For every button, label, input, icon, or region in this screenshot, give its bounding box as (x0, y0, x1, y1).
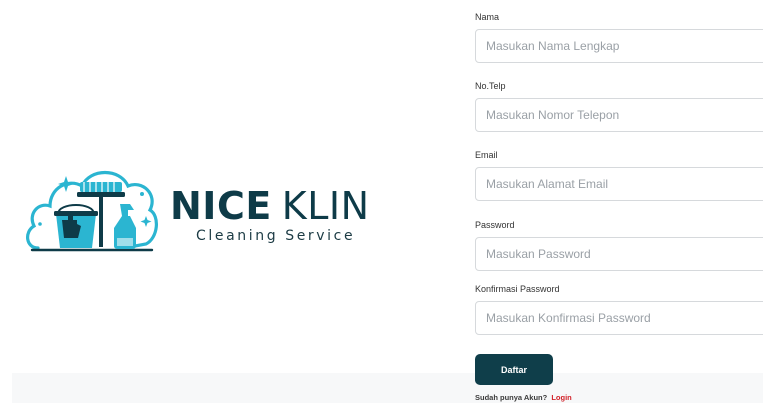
confirm-password-label: Konfirmasi Password (475, 284, 560, 294)
email-label: Email (475, 150, 498, 160)
login-prompt-row: Sudah punya Akun? Login (475, 393, 572, 402)
password-label: Password (475, 220, 515, 230)
login-prompt-text: Sudah punya Akun? (475, 393, 548, 402)
register-page: NICEKLIN Cleaning Service Nama No.Telp E… (0, 0, 763, 403)
telp-label: No.Telp (475, 81, 506, 91)
brand-logo: NICE KLIN Cleaning Service (24, 158, 380, 258)
register-button[interactable]: Daftar (475, 354, 553, 385)
confirm-password-input[interactable] (475, 301, 763, 335)
register-form: Nama No.Telp Email Password Konfirmasi P… (475, 0, 763, 403)
brand-name-part1: NICE (170, 184, 272, 228)
password-input[interactable] (475, 237, 763, 271)
brand-tagline: Cleaning Service (196, 228, 356, 244)
brand-name-part2: KLIN (281, 184, 370, 228)
telp-input[interactable] (475, 98, 763, 132)
login-link[interactable]: Login (551, 393, 571, 402)
spray-bottle-icon (114, 204, 136, 249)
nama-label: Nama (475, 12, 500, 22)
cleaning-logo-icon (26, 171, 158, 252)
nama-input[interactable] (475, 29, 763, 63)
brand-name: NICE KLIN (170, 186, 370, 226)
email-input[interactable] (475, 167, 763, 201)
